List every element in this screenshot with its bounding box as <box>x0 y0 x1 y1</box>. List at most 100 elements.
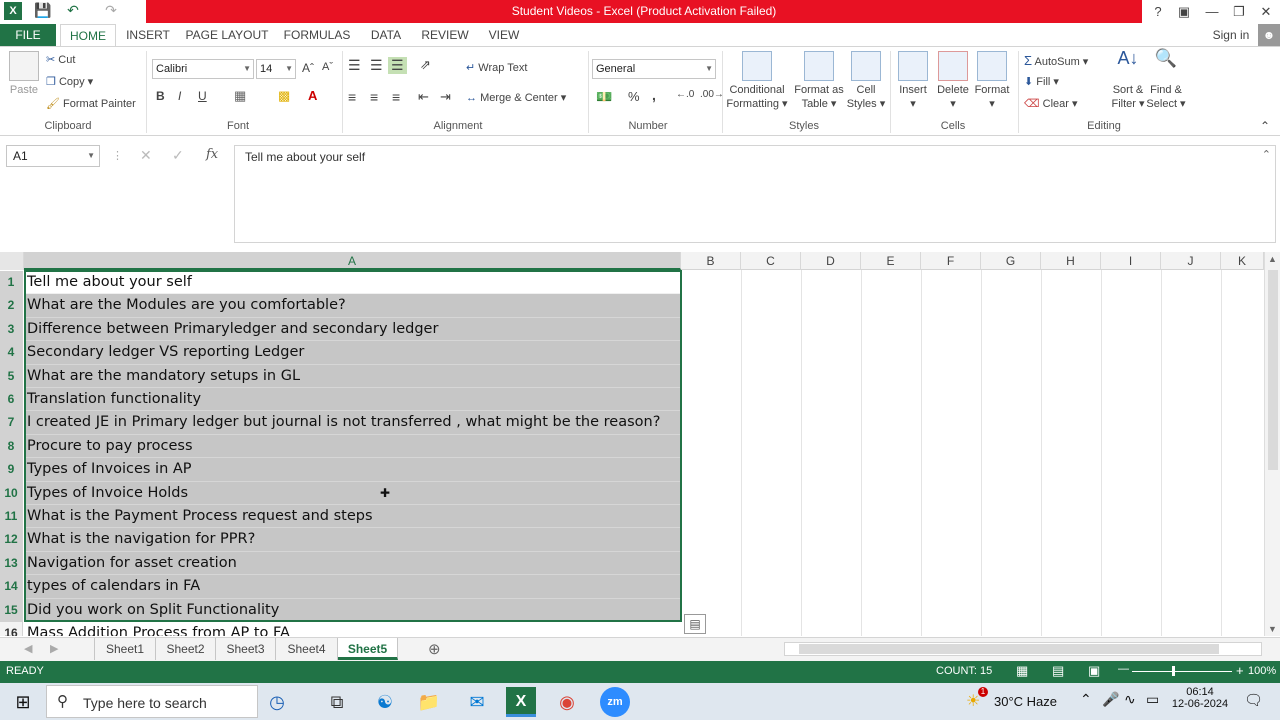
column-header-i[interactable]: I <box>1101 252 1161 270</box>
taskbar-search-box[interactable]: ⚲ Type here to search <box>46 685 258 718</box>
cell-a[interactable]: Secondary ledger VS reporting Ledger <box>24 341 681 365</box>
cell-a[interactable]: What is the navigation for PPR? <box>24 528 681 552</box>
row-header[interactable]: 1 <box>0 271 23 295</box>
percent-button[interactable]: % <box>628 89 640 104</box>
sheet-tab-sheet3[interactable]: Sheet3 <box>216 638 276 660</box>
row-header[interactable]: 15 <box>0 598 23 622</box>
autosum-button[interactable]: Σ AutoSum ▾ <box>1024 53 1088 68</box>
account-avatar[interactable]: ☻ <box>1258 24 1280 46</box>
sheet-tab-sheet4[interactable]: Sheet4 <box>276 638 338 660</box>
format-cells-button[interactable]: Format ▾ <box>972 51 1012 111</box>
normal-view-icon[interactable]: ▦ <box>1016 663 1028 679</box>
find-select-button[interactable]: 🔍 Find & Select ▾ <box>1146 49 1186 111</box>
notifications-icon[interactable]: 🗨 <box>1244 691 1263 709</box>
h-scroll-thumb[interactable] <box>799 644 1219 654</box>
undo-icon[interactable]: ↶ <box>62 2 84 19</box>
zoom-in-icon[interactable]: + <box>1236 663 1244 678</box>
fill-button[interactable]: ⬇ Fill ▾ <box>1024 75 1059 88</box>
column-header-c[interactable]: C <box>741 252 801 270</box>
tab-insert[interactable]: INSERT <box>124 24 172 46</box>
tab-home[interactable]: HOME <box>60 24 116 46</box>
shrink-font-icon[interactable]: Aˇ <box>322 61 333 73</box>
row-header[interactable]: 11 <box>0 505 23 529</box>
cell-a[interactable]: Navigation for asset creation <box>24 551 681 576</box>
scroll-thumb[interactable] <box>1268 270 1278 470</box>
column-header-g[interactable]: G <box>981 252 1041 270</box>
cut-button[interactable]: ✂ Cut <box>46 53 75 66</box>
cell-a[interactable]: Procure to pay process <box>24 434 681 459</box>
paste-button[interactable]: Paste <box>6 51 42 97</box>
cell-a[interactable]: Difference between Primaryledger and sec… <box>24 317 681 342</box>
cell-a[interactable]: Types of Invoice Holds <box>24 481 681 505</box>
decrease-decimal-icon[interactable]: .00→ <box>700 89 724 100</box>
align-right-icon[interactable]: ≡ <box>392 89 400 105</box>
tab-view[interactable]: VIEW <box>484 24 524 46</box>
row-header[interactable]: 10 <box>0 481 23 505</box>
font-color-icon[interactable]: A <box>308 88 317 103</box>
scroll-up-icon[interactable]: ▲ <box>1268 254 1277 264</box>
chrome-icon[interactable]: ◉ <box>552 687 582 717</box>
tray-chevron-icon[interactable]: ⌃ <box>1080 691 1092 708</box>
insert-function-button[interactable]: fx <box>206 147 218 162</box>
font-name-select[interactable]: Calibri ▼ <box>152 59 254 79</box>
cell-a[interactable]: Did you work on Split Functionality <box>24 598 681 622</box>
row-header[interactable]: 8 <box>0 434 23 459</box>
italic-button[interactable]: I <box>178 89 181 103</box>
row-header[interactable]: 16 <box>0 622 23 636</box>
horizontal-scrollbar[interactable] <box>784 642 1262 656</box>
merge-center-button[interactable]: ↔ Merge & Center ▾ <box>466 91 566 104</box>
ribbon-display-button[interactable]: ▣ <box>1170 0 1198 23</box>
page-layout-view-icon[interactable]: ▤ <box>1052 663 1064 679</box>
row-header[interactable]: 7 <box>0 411 23 435</box>
increase-decimal-icon[interactable]: ←.0 <box>676 89 694 100</box>
cell-a[interactable]: Mass Addition Process from AP to FA <box>24 622 681 636</box>
fill-color-icon[interactable]: ▩ <box>278 88 290 104</box>
sheet-tab-sheet2[interactable]: Sheet2 <box>156 638 216 660</box>
tab-formulas[interactable]: FORMULAS <box>282 24 352 46</box>
decrease-indent-icon[interactable]: ⇤ <box>418 89 429 105</box>
windows-start-icon[interactable]: ⊞ <box>8 687 38 717</box>
scroll-down-icon[interactable]: ▼ <box>1268 624 1277 634</box>
insert-cells-button[interactable]: Insert ▾ <box>894 51 932 111</box>
zoom-handle[interactable] <box>1172 666 1175 676</box>
grow-font-icon[interactable]: Aˆ <box>302 61 314 75</box>
row-header[interactable]: 6 <box>0 388 23 412</box>
cell-a[interactable]: What are the Modules are you comfortable… <box>24 294 681 318</box>
wifi-icon[interactable]: ∿ <box>1124 691 1136 708</box>
save-icon[interactable]: 💾 <box>32 2 54 19</box>
cell-a[interactable]: Translation functionality <box>24 388 681 412</box>
column-header-b[interactable]: B <box>681 252 741 270</box>
row-header[interactable]: 14 <box>0 575 23 599</box>
row-header[interactable]: 3 <box>0 317 23 342</box>
maximize-button[interactable]: ❐ <box>1225 0 1253 23</box>
cell-a[interactable]: What are the mandatory setups in GL <box>24 364 681 388</box>
clock[interactable]: 06:14 12-06-2024 <box>1170 686 1230 710</box>
tab-file[interactable]: FILE <box>0 24 56 46</box>
formula-input[interactable]: Tell me about your self ⌃ <box>234 145 1276 243</box>
zoom-out-icon[interactable]: — <box>1118 663 1129 675</box>
help-button[interactable]: ? <box>1144 0 1172 23</box>
sign-in-link[interactable]: Sign in <box>1208 24 1254 46</box>
align-top-icon[interactable]: ☰ <box>348 57 361 74</box>
cell-a[interactable]: I created JE in Primary ledger but journ… <box>24 411 681 435</box>
prev-sheet-icon[interactable]: ◀ <box>24 642 32 655</box>
row-header[interactable]: 2 <box>0 294 23 318</box>
sheet-tab-sheet1[interactable]: Sheet1 <box>94 638 156 660</box>
tab-page-layout[interactable]: PAGE LAYOUT <box>184 24 270 46</box>
zoom-level[interactable]: 100% <box>1248 665 1276 677</box>
tab-data[interactable]: DATA <box>364 24 408 46</box>
orientation-icon[interactable]: ⇗ <box>420 57 431 73</box>
edge-icon[interactable]: ☯ <box>370 687 400 717</box>
cell-a[interactable]: Types of Invoices in AP <box>24 458 681 482</box>
font-size-select[interactable]: 14 ▼ <box>256 59 296 79</box>
name-box[interactable]: A1 ▼ <box>6 145 100 167</box>
column-header-d[interactable]: D <box>801 252 861 270</box>
select-all-corner[interactable] <box>0 252 24 270</box>
enter-icon[interactable]: ✓ <box>172 147 184 164</box>
zoom-slider[interactable] <box>1132 666 1232 676</box>
column-header-a[interactable]: A <box>24 252 681 270</box>
clear-button[interactable]: ⌫ Clear ▾ <box>1024 97 1078 110</box>
cancel-icon[interactable]: ✕ <box>140 147 152 164</box>
cell-a[interactable]: types of calendars in FA <box>24 575 681 599</box>
file-explorer-icon[interactable]: 📁 <box>414 687 444 717</box>
